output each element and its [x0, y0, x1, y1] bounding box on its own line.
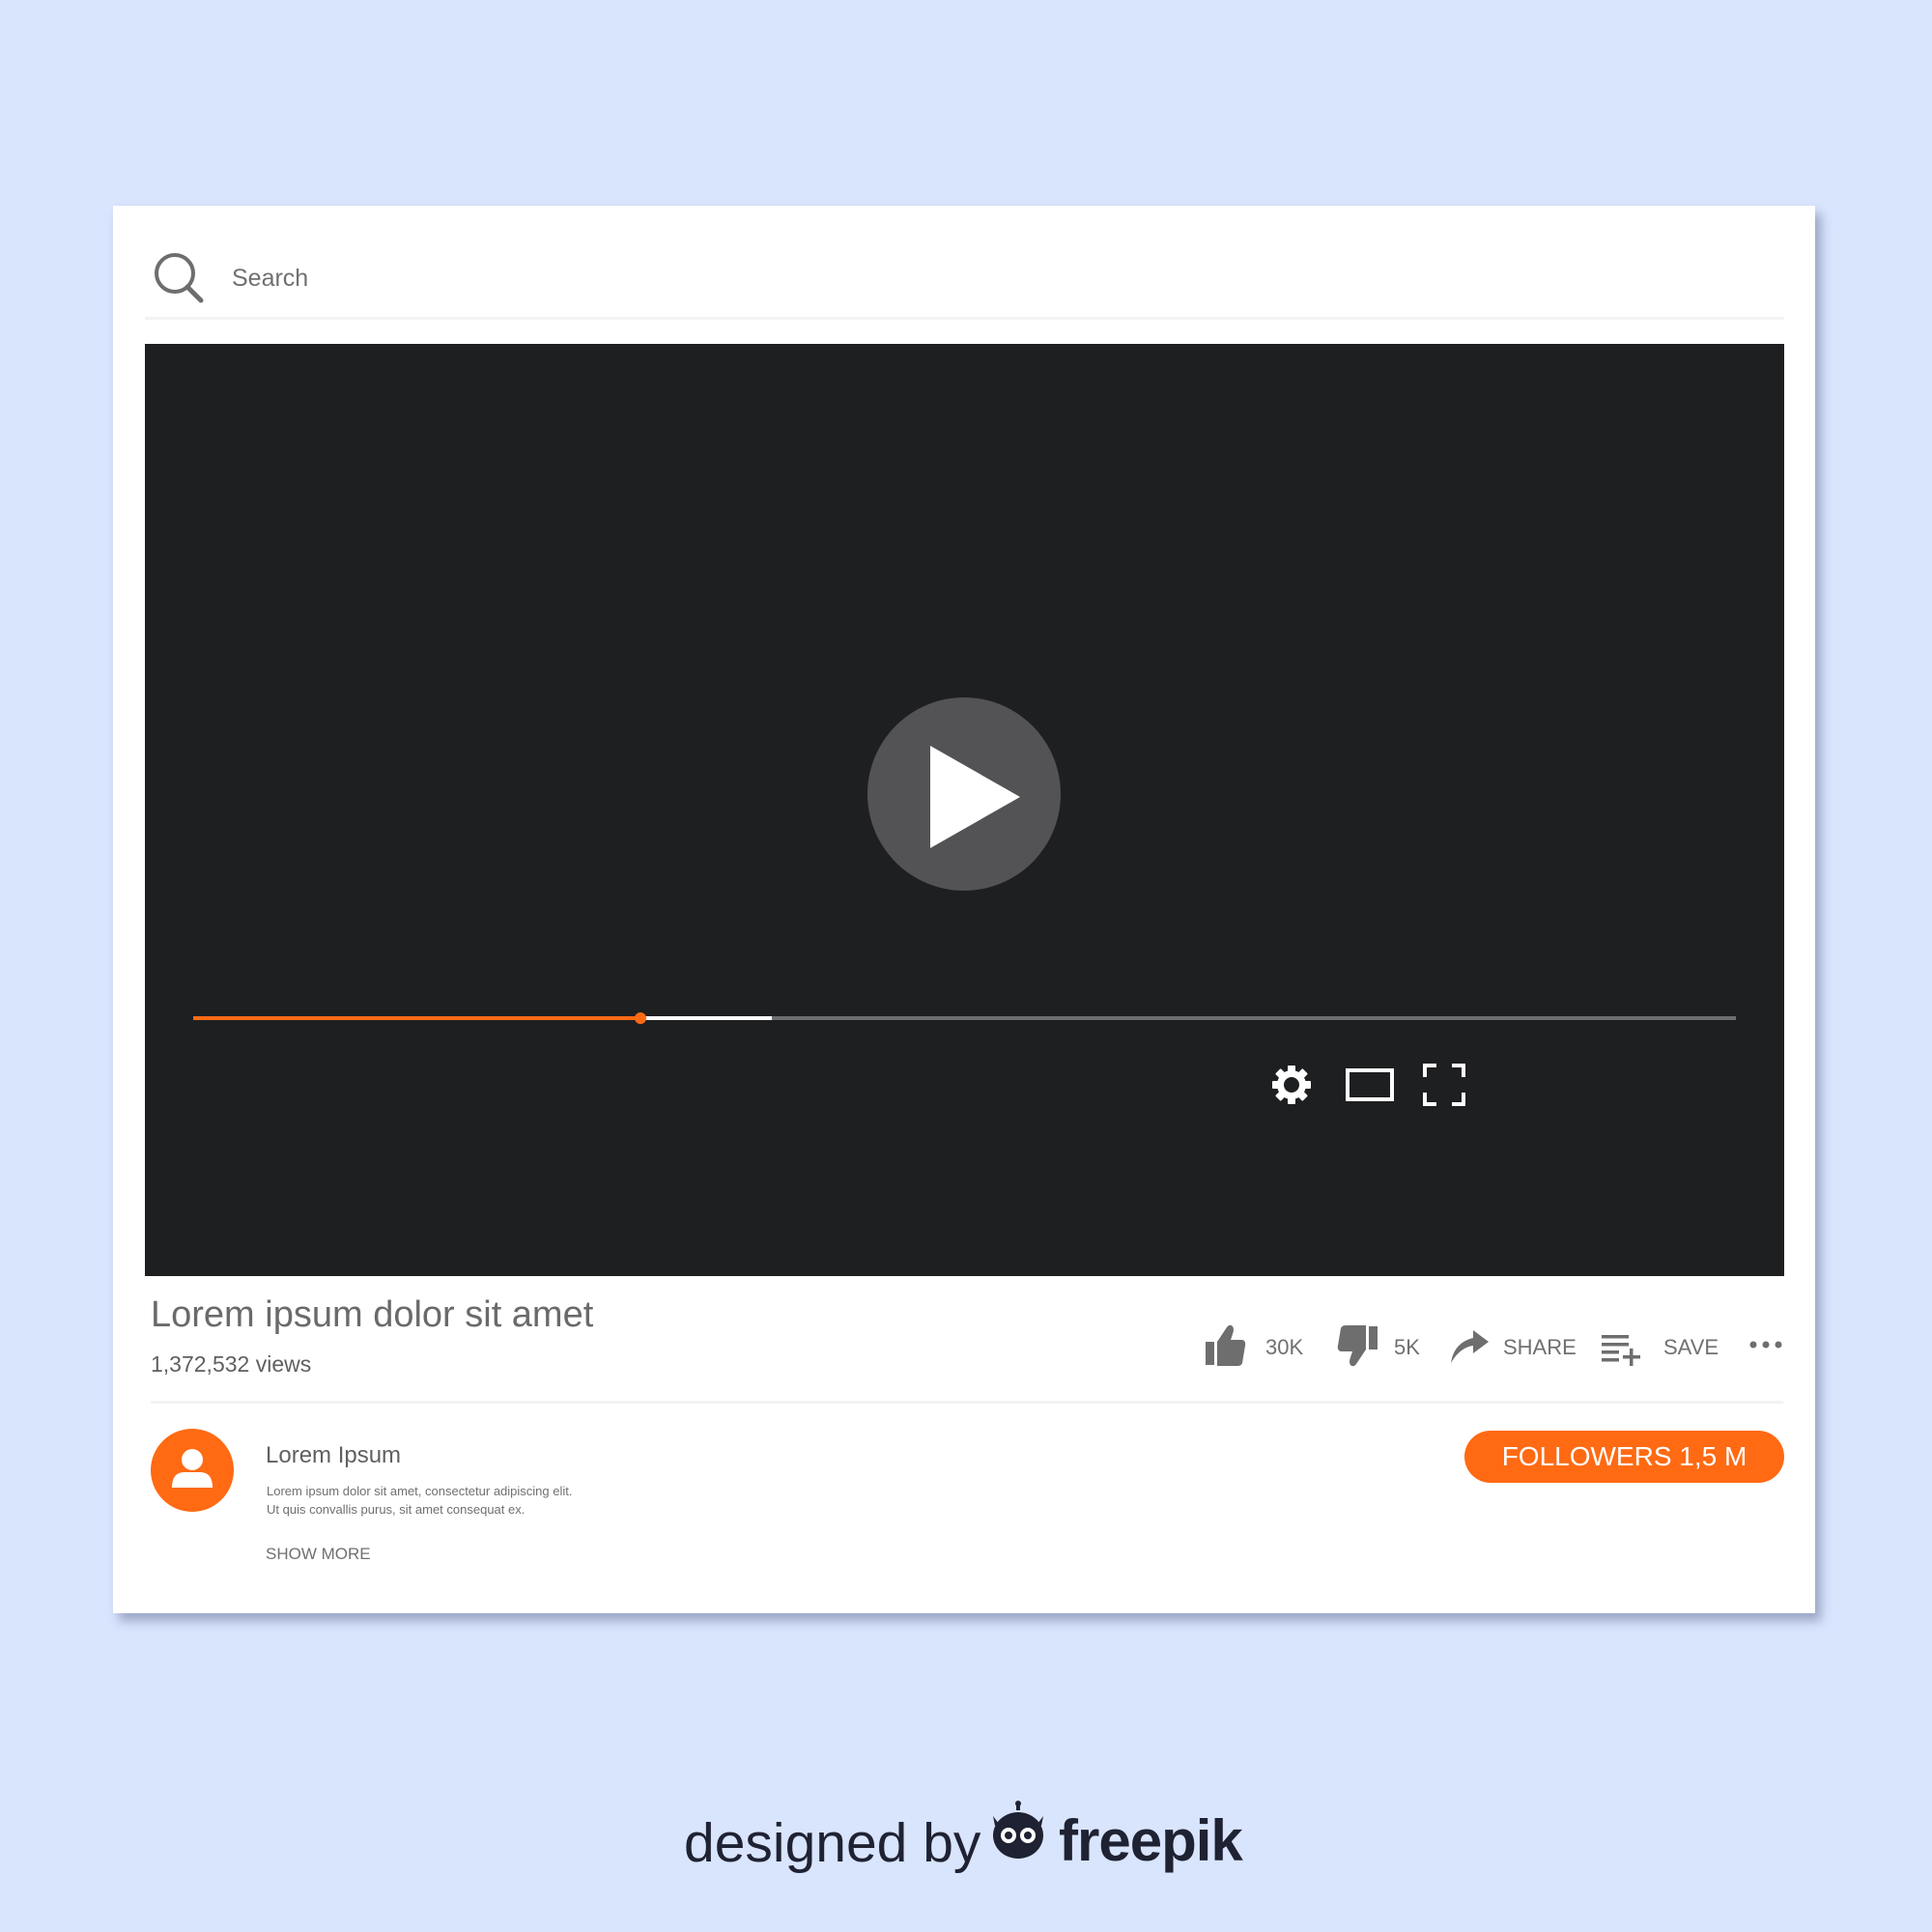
designer-credit: designed by freepik — [676, 1797, 1294, 1884]
progress-scrubber-handle[interactable] — [635, 1012, 647, 1024]
dislike-count: 5K — [1394, 1335, 1420, 1359]
show-more-link[interactable]: SHOW MORE — [266, 1545, 371, 1564]
playlist-add-icon — [1602, 1335, 1640, 1366]
share-label: SHARE — [1503, 1335, 1577, 1359]
thumbs-up-icon — [1206, 1324, 1246, 1366]
credit-prefix: designed by — [684, 1812, 981, 1874]
video-area[interactable] — [145, 344, 1784, 1276]
video-info-row: Lorem ipsum dolor sit amet 1,372,532 vie… — [151, 1294, 1783, 1404]
channel-name: Lorem Ipsum — [266, 1442, 402, 1468]
like-button[interactable]: 30K — [1204, 1321, 1310, 1370]
dislike-button[interactable]: 5K — [1337, 1321, 1434, 1370]
progress-bar[interactable] — [193, 1012, 1736, 1024]
search-input[interactable] — [232, 257, 811, 299]
theater-mode-icon[interactable] — [1345, 1062, 1395, 1108]
play-button[interactable] — [867, 697, 1061, 891]
share-arrow-icon — [1451, 1330, 1489, 1363]
channel-avatar[interactable] — [151, 1429, 234, 1512]
credit-brand: freepik — [1059, 1808, 1243, 1873]
search-icon[interactable] — [151, 249, 209, 307]
gear-icon[interactable] — [1268, 1062, 1315, 1108]
view-count: 1,372,532 views — [151, 1351, 312, 1377]
video-title: Lorem ipsum dolor sit amet — [151, 1294, 594, 1335]
thumbs-down-icon — [1337, 1325, 1378, 1367]
fullscreen-icon[interactable] — [1421, 1062, 1467, 1108]
video-player-card: Lorem ipsum dolor sit amet 1,372,532 vie… — [113, 206, 1815, 1613]
more-icon[interactable] — [1747, 1321, 1786, 1370]
search-bar — [145, 249, 1784, 320]
freepik-logo-icon — [993, 1801, 1043, 1859]
save-button[interactable]: SAVE — [1600, 1321, 1719, 1370]
share-button[interactable]: SHARE — [1448, 1321, 1583, 1370]
followers-button[interactable]: FOLLOWERS 1,5 M — [1464, 1431, 1784, 1483]
channel-description-line-1: Lorem ipsum dolor sit amet, consectetur … — [267, 1484, 573, 1498]
user-icon — [172, 1449, 213, 1488]
progress-played — [193, 1016, 641, 1020]
save-label: SAVE — [1663, 1335, 1719, 1359]
play-icon — [930, 746, 1020, 848]
channel-description-line-2: Ut quis convallis purus, sit amet conseq… — [267, 1502, 526, 1517]
like-count: 30K — [1265, 1335, 1304, 1359]
